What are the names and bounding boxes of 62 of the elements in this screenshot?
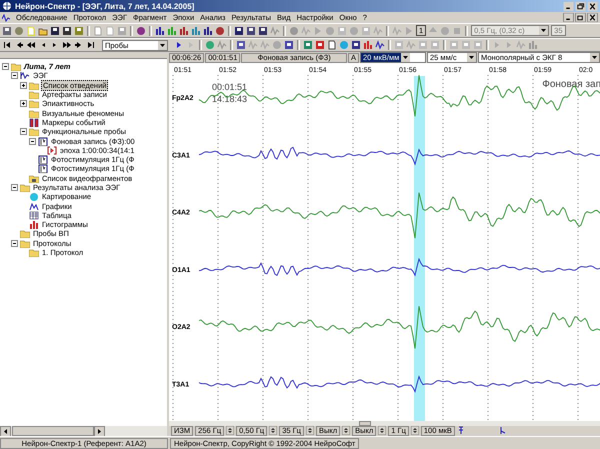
save-icon[interactable] bbox=[50, 26, 60, 36]
collapse-icon[interactable] bbox=[11, 72, 18, 80]
restore-icon[interactable] bbox=[575, 2, 586, 10]
signal-page-icon bbox=[38, 155, 48, 164]
signal-icon[interactable] bbox=[179, 26, 189, 36]
rewind-icon[interactable] bbox=[26, 40, 36, 50]
bracket-icon bbox=[47, 146, 57, 155]
film-folder-icon bbox=[29, 174, 39, 183]
signal-icon[interactable] bbox=[203, 26, 213, 36]
close-icon[interactable] bbox=[587, 13, 598, 22]
spin-icon[interactable] bbox=[378, 426, 386, 436]
dropdown-arrow-icon bbox=[539, 26, 548, 35]
scrollbar-thumb[interactable] bbox=[12, 426, 94, 436]
folder-icon bbox=[20, 183, 30, 192]
signal-page-icon bbox=[38, 136, 48, 146]
app-icon bbox=[2, 1, 12, 11]
collapse-icon[interactable] bbox=[2, 63, 9, 70]
filter-icon[interactable] bbox=[136, 26, 146, 36]
minimize-icon[interactable] bbox=[563, 2, 574, 10]
collapse-icon[interactable] bbox=[11, 184, 18, 191]
collapse-icon[interactable] bbox=[11, 240, 18, 247]
spin-icon[interactable] bbox=[306, 426, 314, 436]
dropdown-arrow-icon bbox=[590, 53, 599, 62]
filter-icon[interactable] bbox=[456, 426, 465, 436]
dot-icon[interactable] bbox=[325, 26, 335, 36]
horizontal-scrollbar[interactable] bbox=[0, 426, 167, 436]
spin-icon[interactable] bbox=[226, 426, 234, 436]
bar-chart-icon bbox=[29, 220, 39, 230]
restore-icon[interactable] bbox=[575, 13, 586, 22]
cursor-time: 00:01:51 bbox=[212, 82, 248, 92]
spin-icon[interactable] bbox=[342, 426, 350, 436]
signal-page-icon bbox=[38, 164, 48, 174]
scroll-left-icon[interactable] bbox=[0, 426, 11, 436]
window-title: Нейрон-Спектр - [ЭЭГ, Лита, 7 лет, 14.04.2005] bbox=[15, 2, 194, 10]
skip-start-icon[interactable] bbox=[2, 40, 12, 50]
signal-icon bbox=[20, 71, 30, 80]
save-all-icon[interactable] bbox=[62, 26, 72, 36]
spin-icon[interactable] bbox=[410, 426, 419, 436]
expand-icon[interactable] bbox=[20, 100, 27, 108]
collapse-icon[interactable] bbox=[29, 138, 36, 145]
graph-icon[interactable] bbox=[375, 40, 385, 50]
dropdown-arrow-icon bbox=[401, 53, 410, 62]
scrollbar-thumb[interactable] bbox=[359, 421, 371, 426]
dropdown-arrow-icon bbox=[467, 53, 476, 62]
bar-chart-icon[interactable] bbox=[363, 40, 373, 50]
close-icon[interactable] bbox=[587, 2, 598, 10]
graph-icon bbox=[29, 202, 39, 211]
dropdown-arrow-icon bbox=[158, 40, 167, 50]
scroll-right-icon[interactable] bbox=[94, 426, 105, 436]
signal-icon[interactable] bbox=[155, 26, 165, 36]
spin-icon[interactable] bbox=[269, 426, 278, 436]
segment-label: Фоновая зап bbox=[542, 79, 600, 90]
expand-icon[interactable] bbox=[20, 82, 27, 89]
clock-time: 14:18:43 bbox=[212, 94, 248, 104]
marker-icon[interactable] bbox=[498, 426, 507, 436]
collapse-icon[interactable] bbox=[20, 128, 27, 136]
wave-icon bbox=[2, 14, 10, 22]
document-icon[interactable] bbox=[327, 40, 337, 50]
fast-forward-icon[interactable] bbox=[62, 40, 72, 50]
minimize-icon[interactable] bbox=[563, 13, 574, 22]
skip-end-icon[interactable] bbox=[86, 40, 96, 50]
marker-icon bbox=[29, 118, 39, 127]
